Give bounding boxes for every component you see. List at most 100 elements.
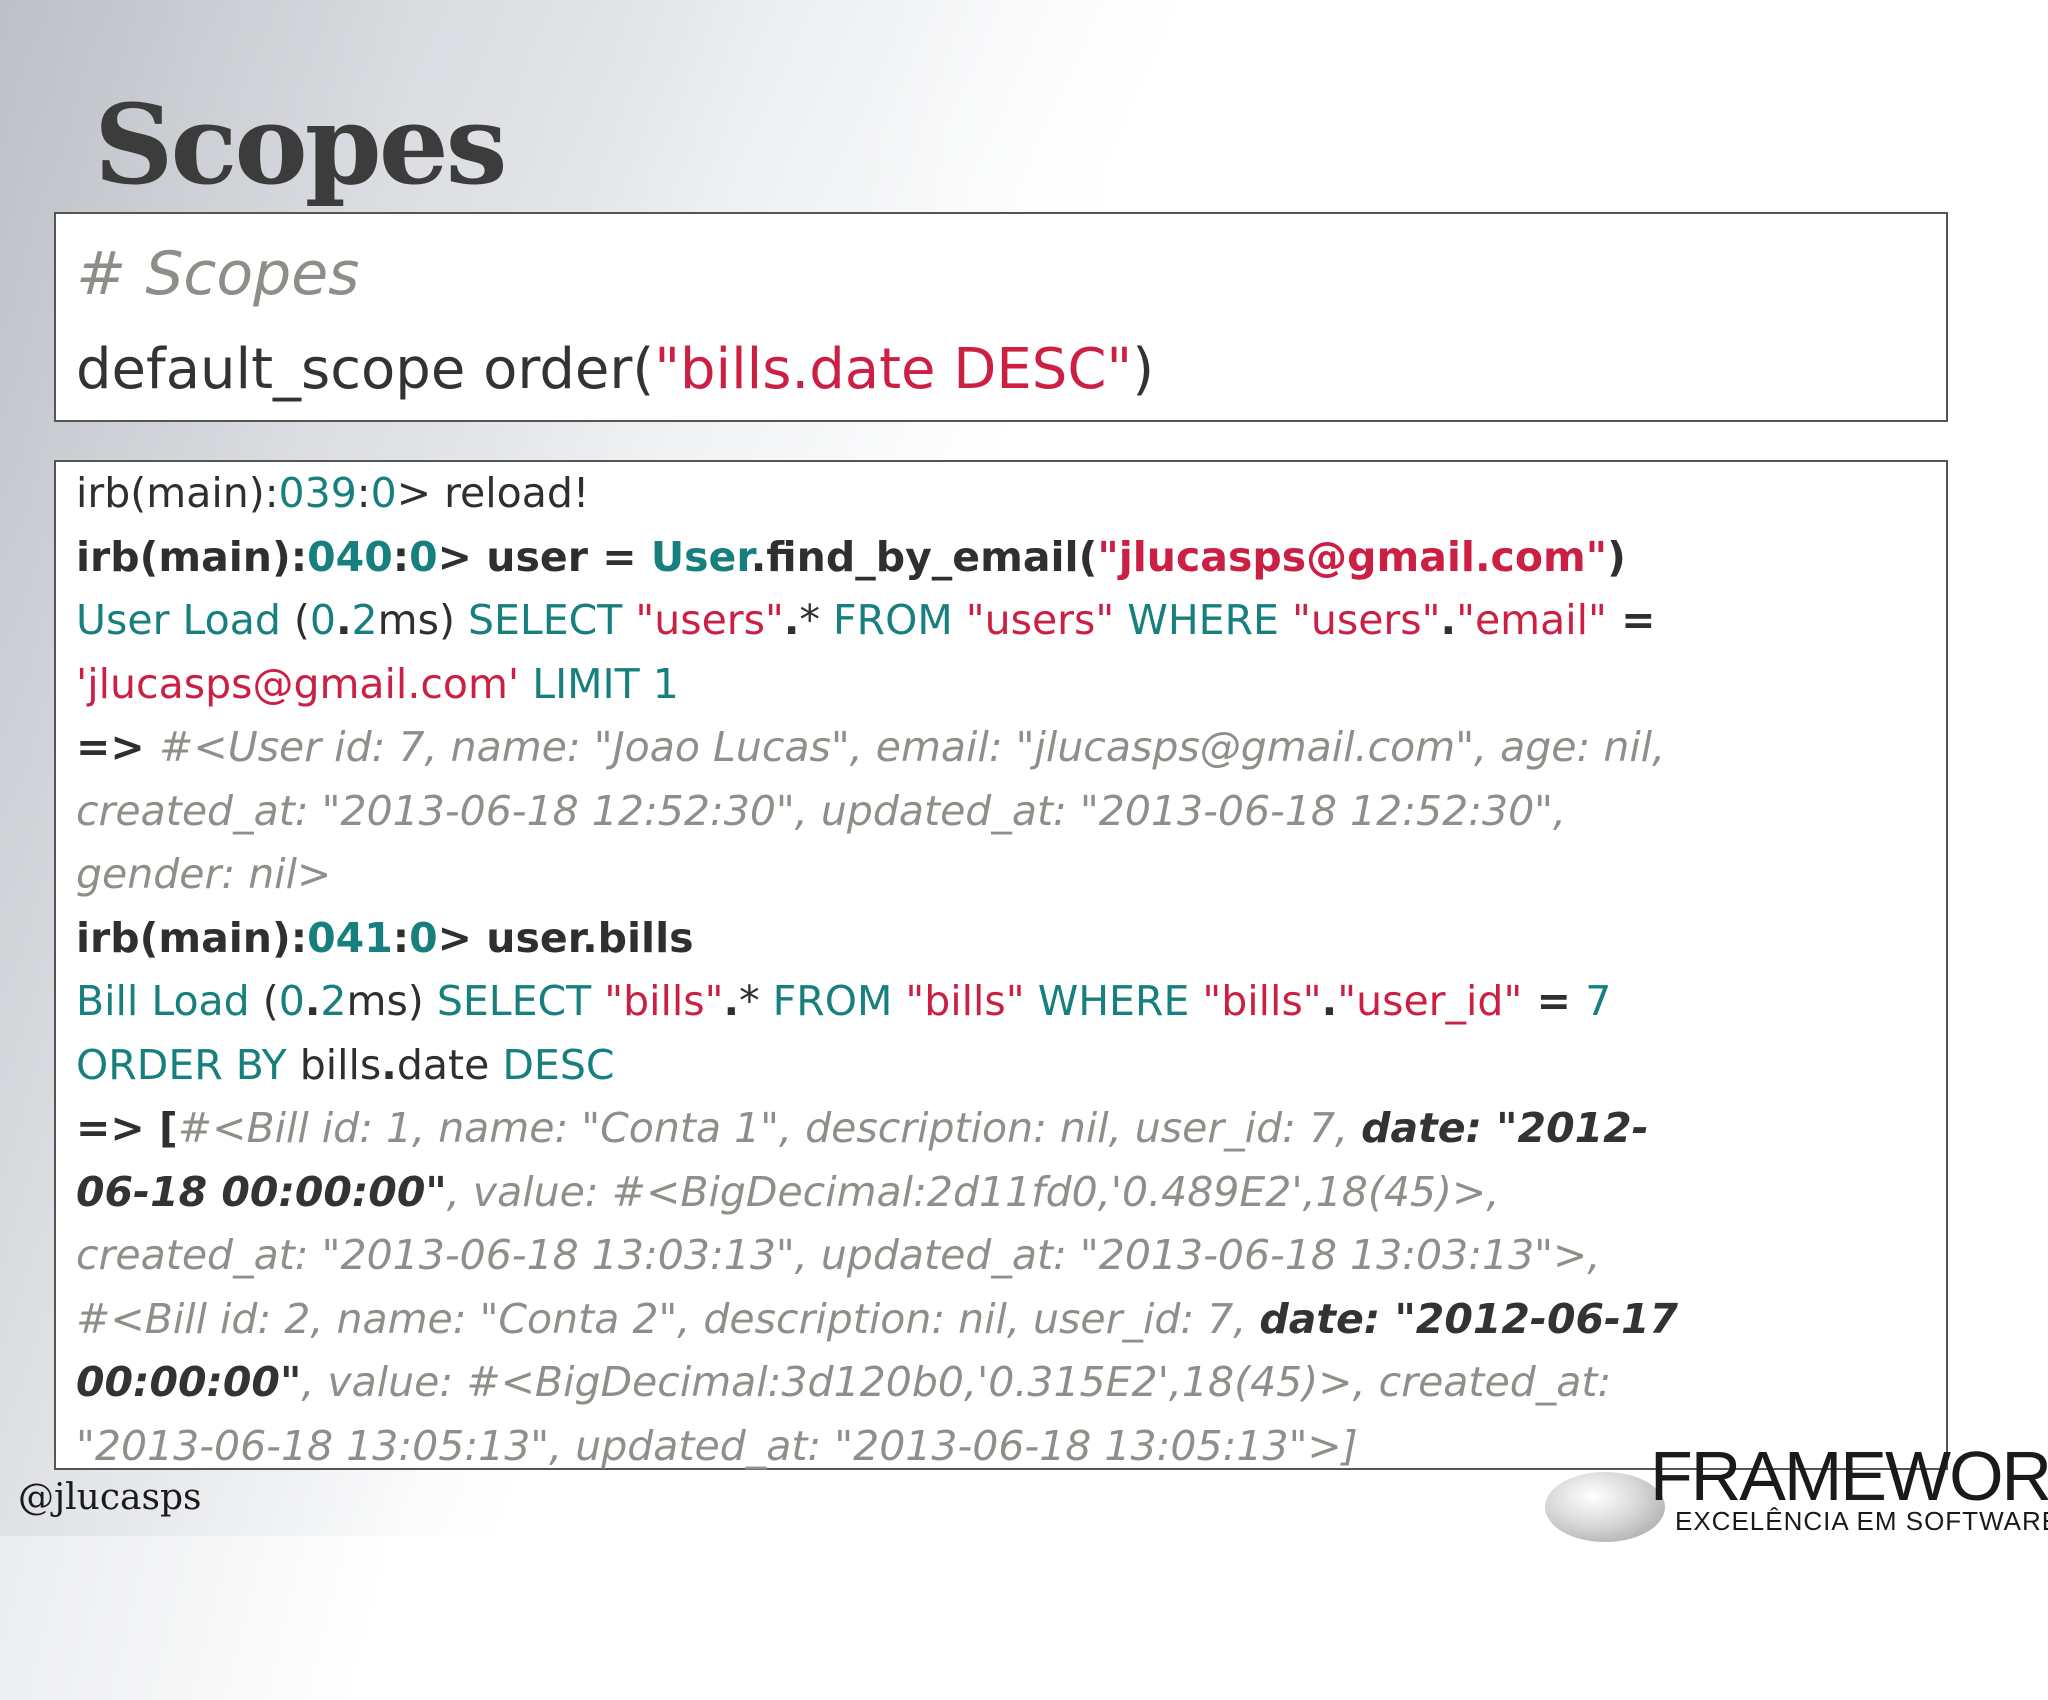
prompt: irb(main):: [76, 469, 279, 517]
console-line-3: User Load (0.2ms) SELECT "users".* FROM …: [76, 589, 1926, 653]
result-bold: date: "2012-06-17: [1259, 1294, 1679, 1343]
str: "users": [965, 596, 1115, 644]
scope-snippet-box: # Scopes default_scope order("bills.date…: [54, 212, 1948, 422]
str: "bills": [1202, 977, 1322, 1025]
str: "email": [1456, 596, 1607, 644]
arrow: => [: [76, 1104, 178, 1152]
kw: SELECT: [467, 596, 636, 644]
str: "users": [635, 596, 784, 644]
num: 0: [309, 596, 336, 644]
console-line-9: Bill Load (0.2ms) SELECT "bills".* FROM …: [76, 970, 1926, 1034]
result: "2013-06-18 13:05:13", updated_at: "2013…: [76, 1421, 1358, 1470]
command: > user.bills: [437, 913, 694, 962]
method-call: .find_by_email(: [750, 532, 1098, 581]
str: "user_id": [1337, 977, 1523, 1025]
prompt-colon: :: [392, 913, 410, 962]
dot: .: [381, 1040, 397, 1089]
paren: (: [280, 596, 310, 644]
snippet-comment: # Scopes: [76, 239, 360, 309]
command: > reload!: [396, 469, 590, 517]
log-label: User Load: [76, 596, 281, 644]
dot: .: [723, 977, 740, 1025]
kw: DESC: [502, 1040, 615, 1089]
author-handle: @jlucasps: [18, 1477, 202, 1518]
kw: SELECT: [436, 977, 605, 1025]
log-label: Bill Load: [76, 977, 250, 1025]
star: *: [799, 596, 833, 644]
logo-word: FRAMEWORK: [1650, 1437, 2048, 1515]
ident: date: [396, 1040, 503, 1089]
num: 7: [1585, 977, 1612, 1025]
snippet-code: default_scope order("bills.date DESC"): [76, 320, 1926, 420]
result: , value: #<BigDecimal:3d120b0,'0.315E2',…: [301, 1358, 1612, 1406]
result: #<Bill id: 2, name: "Conta 2", descripti…: [76, 1294, 1260, 1343]
result-bold: date: "2012-: [1361, 1104, 1649, 1152]
console-line-12: 06-18 00:00:00", value: #<BigDecimal:2d1…: [76, 1161, 1926, 1225]
star: *: [739, 977, 773, 1025]
result: , value: #<BigDecimal:2d11fd0,'0.489E2',…: [446, 1167, 1500, 1216]
console-line-13: created_at: "2013-06-18 13:03:13", updat…: [76, 1224, 1926, 1288]
console-line-1: irb(main):039:0> reload!: [76, 462, 1926, 526]
str: "bills": [905, 977, 1025, 1025]
command: > user =: [437, 532, 651, 581]
string-arg: "jlucasps@gmail.com": [1097, 532, 1608, 581]
logo-tagline: EXCELÊNCIA EM SOFTWARE: [1675, 1506, 2048, 1536]
kw: ORDER BY: [76, 1040, 300, 1089]
str: 'jlucasps@gmail.com': [76, 659, 520, 708]
console-line-4: 'jlucasps@gmail.com' LIMIT 1: [76, 653, 1926, 717]
code-arg: "bills.date DESC": [654, 337, 1133, 402]
result: #<Bill id: 1, name: "Conta 1", descripti…: [177, 1104, 1362, 1152]
ident: bills: [299, 1040, 382, 1089]
slide-title: Scopes: [94, 80, 508, 209]
result-bold: 06-18 00:00:00": [76, 1167, 447, 1216]
kw: FROM: [833, 596, 966, 644]
dot: .: [1321, 977, 1338, 1025]
console-line-6: created_at: "2013-06-18 12:52:30", updat…: [76, 780, 1926, 844]
num: 2: [320, 977, 347, 1025]
prompt-number: 039: [278, 469, 357, 517]
prompt-number: 040: [307, 532, 393, 581]
code-suffix: ): [1132, 337, 1155, 402]
prompt-colon: :: [392, 532, 410, 581]
kw: WHERE: [1024, 977, 1203, 1025]
prompt-colon: :: [356, 469, 371, 517]
kw: WHERE: [1114, 596, 1292, 644]
code-prefix: default_scope order(: [76, 337, 655, 402]
framework-logo: FRAMEWORK EXCELÊNCIA EM SOFTWARE: [1545, 1437, 2048, 1542]
eq: =: [1522, 977, 1586, 1025]
prompt: irb(main):: [76, 913, 308, 962]
result-bold: 00:00:00": [76, 1358, 302, 1406]
console-line-11: => [#<Bill id: 1, name: "Conta 1", descr…: [76, 1097, 1926, 1161]
dot: .: [783, 596, 800, 644]
result: created_at: "2013-06-18 13:03:13", updat…: [76, 1231, 1601, 1279]
kw: FROM: [772, 977, 906, 1025]
logo-ring-icon: [1545, 1472, 1665, 1542]
console-line-2: irb(main):040:0> user = User.find_by_ema…: [76, 526, 1926, 590]
close-paren: ): [1607, 532, 1626, 581]
prompt-number: 041: [307, 913, 393, 962]
prompt-zero: 0: [409, 913, 438, 962]
console-line-5: => #<User id: 7, name: "Joao Lucas", ema…: [76, 716, 1926, 780]
str: "users": [1292, 596, 1441, 644]
prompt-zero: 0: [409, 532, 438, 581]
num: 2: [351, 596, 378, 644]
class-name: User: [650, 532, 751, 581]
paren: (: [249, 977, 279, 1025]
eq: =: [1606, 596, 1656, 644]
console-line-8: irb(main):041:0> user.bills: [76, 907, 1926, 971]
num: 0: [278, 977, 305, 1025]
ms: ms): [377, 596, 468, 644]
dot: .: [1440, 596, 1457, 644]
kw: LIMIT 1: [519, 659, 679, 708]
dot: .: [335, 596, 352, 644]
prompt-zero: 0: [370, 469, 397, 517]
arrow: =>: [76, 723, 159, 771]
dot: .: [304, 977, 321, 1025]
console-line-14: #<Bill id: 2, name: "Conta 2", descripti…: [76, 1288, 1926, 1352]
str: "bills": [604, 977, 724, 1025]
result: #<User id: 7, name: "Joao Lucas", email:…: [158, 723, 1666, 771]
console-line-15: 00:00:00", value: #<BigDecimal:3d120b0,'…: [76, 1351, 1926, 1415]
console-line-10: ORDER BY bills.date DESC: [76, 1034, 1926, 1098]
console-line-7: gender: nil>: [76, 843, 1926, 907]
result: gender: nil>: [76, 850, 332, 898]
